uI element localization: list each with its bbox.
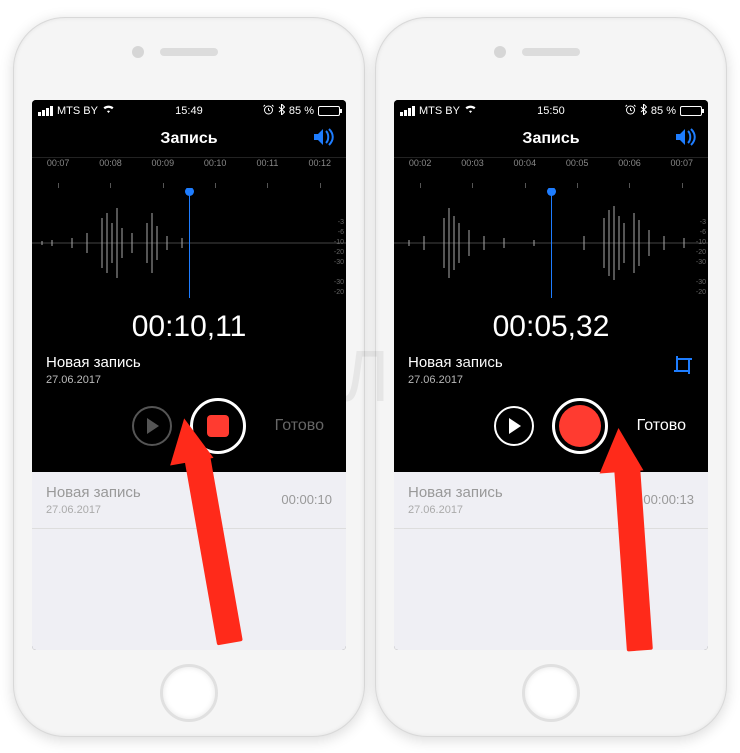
speaker-output-icon[interactable]: [312, 127, 336, 152]
ruler-tick: 00:12: [294, 158, 346, 188]
status-bar: MTS BY 15:49 85 %: [32, 100, 346, 122]
screen: MTS BY 15:50 85 % Запись: [394, 100, 708, 650]
ruler-tick: 00:07: [32, 158, 84, 188]
nav-title: Запись: [160, 130, 217, 148]
list-item[interactable]: Новая запись 27.06.2017 00:00:13: [394, 472, 708, 529]
list-item-date: 27.06.2017: [46, 504, 141, 516]
carrier-label: MTS BY: [419, 105, 460, 117]
controls-bar: Готово: [394, 388, 708, 472]
alarm-icon: [263, 104, 274, 118]
recording-date: 27.06.2017: [408, 374, 503, 386]
speaker-output-icon[interactable]: [674, 127, 698, 152]
list-item-title: Новая запись: [408, 484, 503, 501]
recordings-list: Новая запись 27.06.2017 00:00:13: [394, 472, 708, 650]
battery-pct: 85 %: [289, 105, 314, 117]
ruler-tick: 00:04: [499, 158, 551, 188]
ruler-tick: 00:05: [551, 158, 603, 188]
record-icon: [559, 405, 601, 447]
nav-title: Запись: [522, 130, 579, 148]
ruler-tick: 00:11: [241, 158, 293, 188]
list-item-title: Новая запись: [46, 484, 141, 501]
carrier-label: MTS BY: [57, 105, 98, 117]
phone-camera: [494, 46, 506, 58]
recording-info: Новая запись 27.06.2017: [394, 350, 708, 388]
phone-speaker: [522, 48, 580, 56]
elapsed-time: 00:05,32: [394, 298, 708, 350]
db-scale: -3-6-10-20-30-30-20-10-6-3: [334, 218, 344, 298]
done-button[interactable]: Готово: [637, 417, 686, 435]
ruler-tick: 00:10: [189, 158, 241, 188]
phone-right: MTS BY 15:50 85 % Запись: [375, 17, 727, 737]
ruler-tick: 00:02: [394, 158, 446, 188]
stop-icon: [207, 415, 229, 437]
battery-icon: [318, 106, 340, 116]
elapsed-time: 00:10,11: [32, 298, 346, 350]
recordings-list: Новая запись 27.06.2017 00:00:10: [32, 472, 346, 650]
done-button[interactable]: Готово: [275, 417, 324, 435]
list-item-date: 27.06.2017: [408, 504, 503, 516]
ruler-tick: 00:09: [137, 158, 189, 188]
battery-icon: [680, 106, 702, 116]
ruler-tick: 00:07: [656, 158, 708, 188]
phone-camera: [132, 46, 144, 58]
ruler-tick: 00:08: [84, 158, 136, 188]
time-ruler[interactable]: 00:02 00:03 00:04 00:05 00:06 00:07: [394, 158, 708, 188]
recording-title: Новая запись: [46, 354, 141, 371]
list-item-duration: 00:00:10: [281, 492, 332, 507]
home-button[interactable]: [160, 664, 218, 722]
phone-left: MTS BY 15:49 85 % Запись: [13, 17, 365, 737]
battery-pct: 85 %: [651, 105, 676, 117]
nav-bar: Запись: [32, 122, 346, 158]
nav-bar: Запись: [394, 122, 708, 158]
ruler-tick: 00:03: [446, 158, 498, 188]
bluetooth-icon: [640, 104, 647, 118]
home-button[interactable]: [522, 664, 580, 722]
phone-speaker: [160, 48, 218, 56]
status-bar: MTS BY 15:50 85 %: [394, 100, 708, 122]
time-ruler[interactable]: 00:07 00:08 00:09 00:10 00:11 00:12: [32, 158, 346, 188]
alarm-icon: [625, 104, 636, 118]
ruler-tick: 00:06: [603, 158, 655, 188]
recording-date: 27.06.2017: [46, 374, 141, 386]
recording-info: Новая запись 27.06.2017: [32, 350, 346, 388]
waveform[interactable]: -3-6-10-20-30-30-20-10-6-3: [32, 188, 346, 298]
bluetooth-icon: [278, 104, 285, 118]
wifi-icon: [464, 104, 477, 117]
waveform[interactable]: -3-6-10-20-30-30-20-10-6-3: [394, 188, 708, 298]
playhead[interactable]: [551, 188, 552, 298]
screen: MTS BY 15:49 85 % Запись: [32, 100, 346, 650]
crop-icon[interactable]: [672, 354, 694, 381]
signal-icon: [38, 106, 53, 116]
wifi-icon: [102, 104, 115, 117]
recording-title: Новая запись: [408, 354, 503, 371]
play-button[interactable]: [494, 406, 534, 446]
status-time: 15:49: [175, 105, 203, 117]
signal-icon: [400, 106, 415, 116]
playhead[interactable]: [189, 188, 190, 298]
status-time: 15:50: [537, 105, 565, 117]
db-scale: -3-6-10-20-30-30-20-10-6-3: [696, 218, 706, 298]
list-item-duration: 00:00:13: [643, 492, 694, 507]
